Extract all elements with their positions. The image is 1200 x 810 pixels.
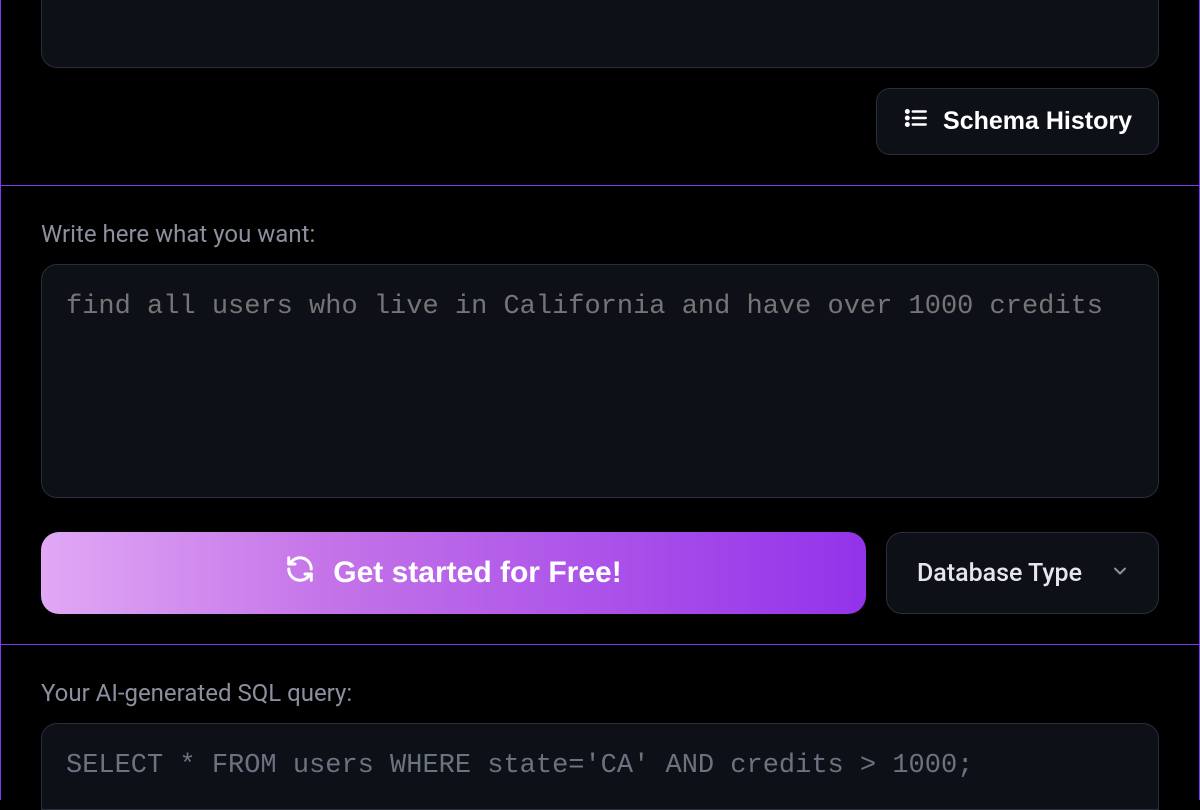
schema-history-label: Schema History [943,107,1132,136]
chevron-down-icon [1110,559,1130,588]
output-section-label: Your AI-generated SQL query: [41,679,1159,707]
schema-history-button[interactable]: Schema History [876,88,1159,155]
schema-input-panel[interactable] [41,0,1159,68]
database-type-label: Database Type [917,559,1082,588]
get-started-button[interactable]: Get started for Free! [41,532,866,614]
list-icon [903,105,929,138]
sql-output[interactable]: SELECT * FROM users WHERE state='CA' AND… [41,723,1159,810]
refresh-icon [285,554,315,592]
database-type-select[interactable]: Database Type [886,532,1159,614]
cta-label: Get started for Free! [333,556,621,590]
query-description-input[interactable] [41,264,1159,498]
input-section-label: Write here what you want: [41,220,1159,248]
sql-output-text: SELECT * FROM users WHERE state='CA' AND… [66,751,973,781]
